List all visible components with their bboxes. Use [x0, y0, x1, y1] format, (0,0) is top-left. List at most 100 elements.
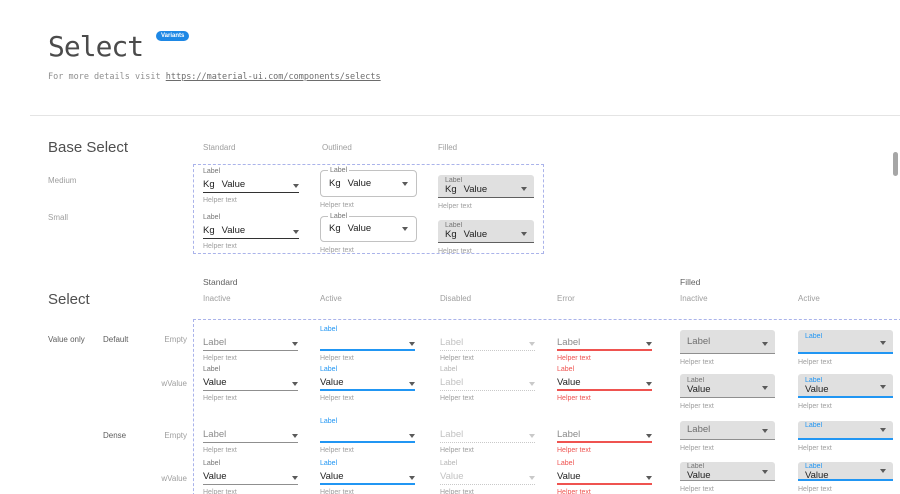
select-control[interactable]: Label — [680, 421, 775, 440]
state-header-filled-inactive: Inactive — [680, 294, 708, 303]
select-standard-active-dense-empty[interactable]: Label Helper text — [320, 417, 415, 455]
select-components-page: Select Variants For more details visit h… — [0, 0, 900, 494]
select-standard-inactive-empty[interactable]: Label Helper text — [203, 325, 298, 363]
value-text: Value — [464, 185, 488, 195]
details-line: For more details visit https://material-… — [48, 72, 381, 82]
column-header-outlined: Outlined — [322, 143, 352, 152]
select-standard-active-empty[interactable]: Label Helper text — [320, 325, 415, 363]
chevron-down-icon — [646, 342, 652, 346]
state-header-active: Active — [320, 294, 342, 303]
select-filled-active-empty[interactable]: Label Helper text — [798, 330, 893, 367]
select-control[interactable]: Value — [557, 468, 652, 485]
select-filled-inactive-dense-empty[interactable]: Label Helper text — [680, 421, 775, 453]
select-control[interactable]: Value — [320, 374, 415, 391]
select-control[interactable]: Label — [440, 374, 535, 391]
select-value: KgValue — [329, 179, 371, 189]
select-filled-inactive-empty[interactable]: Label Helper text — [680, 330, 775, 367]
material-ui-link[interactable]: https://material-ui.com/components/selec… — [166, 72, 381, 82]
select-control[interactable]: Value — [203, 374, 298, 391]
floating-label — [440, 325, 535, 334]
select-filled-active-dense-wvalue[interactable]: Label Value Helper text — [798, 462, 893, 494]
value-text: Value — [348, 179, 372, 189]
helper-text: Helper text — [320, 394, 415, 403]
select-control[interactable]: Label — [557, 426, 652, 443]
select-filled-inactive-dense-wvalue[interactable]: Label Value Helper text — [680, 462, 775, 494]
select-control[interactable]: Value — [320, 468, 415, 485]
select-control[interactable]: Label — [203, 426, 298, 443]
select-control[interactable]: Value — [557, 374, 652, 391]
select-control[interactable]: Label KgValue — [320, 170, 417, 197]
variants-badge: Variants — [156, 31, 189, 41]
helper-text: Helper text — [320, 488, 415, 494]
select-value: Value — [687, 385, 768, 395]
select-value: Value — [805, 471, 886, 481]
chevron-down-icon — [409, 342, 415, 346]
helper-text: Helper text — [203, 242, 299, 251]
helper-text: Helper text — [798, 358, 893, 367]
scrollbar-thumb[interactable] — [893, 152, 898, 176]
select-control[interactable]: Label — [798, 330, 893, 354]
select-standard-error-wvalue[interactable]: Label Value Helper text — [557, 365, 652, 403]
row-label-wvalue: wValue — [145, 474, 187, 483]
floating-label: Label — [440, 365, 535, 374]
select-control[interactable]: Label KgValue — [438, 220, 534, 243]
helper-text: Helper text — [438, 202, 534, 211]
select-control[interactable]: Label Value — [680, 374, 775, 398]
select-control[interactable]: Label Value — [798, 374, 893, 398]
select-control[interactable]: Value — [440, 468, 535, 485]
select-control[interactable]: KgValue — [203, 222, 299, 239]
base-filled-small-select[interactable]: Label KgValue Helper text — [438, 220, 534, 256]
select-standard-disabled-wvalue[interactable]: Label Label Helper text — [440, 365, 535, 403]
base-filled-medium-select[interactable]: Label KgValue Helper text — [438, 175, 534, 211]
section-divider — [30, 115, 900, 116]
base-outlined-medium-select[interactable]: Label KgValue Helper text — [320, 170, 417, 210]
select-filled-inactive-wvalue[interactable]: Label Value Helper text — [680, 374, 775, 411]
state-header-error: Error — [557, 294, 575, 303]
select-control[interactable]: KgValue — [203, 176, 299, 193]
select-control[interactable]: Label — [798, 421, 893, 440]
helper-text: Helper text — [320, 201, 417, 210]
chevron-down-icon — [529, 434, 535, 438]
floating-label: Label — [203, 365, 298, 374]
select-control[interactable]: Label — [440, 334, 535, 351]
select-control[interactable]: Label Value — [680, 462, 775, 481]
select-control[interactable] — [320, 426, 415, 443]
select-standard-active-dense-wvalue[interactable]: Label Value Helper text — [320, 459, 415, 494]
chevron-down-icon — [646, 476, 652, 480]
row-label-empty: Empty — [145, 431, 187, 440]
floating-label: Label — [320, 459, 415, 468]
base-standard-small-select[interactable]: Label KgValue Helper text — [203, 213, 299, 251]
select-control[interactable]: Value — [203, 468, 298, 485]
select-filled-active-dense-empty[interactable]: Label Helper text — [798, 421, 893, 453]
select-control[interactable] — [320, 334, 415, 351]
chevron-down-icon — [402, 227, 408, 231]
select-standard-active-wvalue[interactable]: Label Value Helper text — [320, 365, 415, 403]
select-control[interactable]: Label — [440, 426, 535, 443]
select-control[interactable]: Label KgValue — [438, 175, 534, 198]
chevron-down-icon — [293, 230, 299, 234]
select-control[interactable]: Label — [680, 330, 775, 354]
select-control[interactable]: Label — [557, 334, 652, 351]
select-standard-error-dense-empty[interactable]: Label Helper text — [557, 417, 652, 455]
floating-label: Label — [328, 213, 349, 221]
base-outlined-small-select[interactable]: Label KgValue Helper text — [320, 216, 417, 255]
select-control[interactable]: Label KgValue — [320, 216, 417, 242]
helper-text: Helper text — [438, 247, 534, 256]
select-standard-inactive-wvalue[interactable]: Label Value Helper text — [203, 365, 298, 403]
density-label-default: Default — [103, 335, 128, 344]
select-standard-disabled-dense-empty[interactable]: Label Helper text — [440, 417, 535, 455]
base-standard-medium-select[interactable]: Label KgValue Helper text — [203, 167, 299, 205]
select-standard-inactive-dense-empty[interactable]: Label Helper text — [203, 417, 298, 455]
select-value: Value — [687, 471, 768, 481]
select-standard-error-empty[interactable]: Label Helper text — [557, 325, 652, 363]
floating-label — [203, 417, 298, 426]
floating-label: Label — [320, 325, 415, 334]
select-standard-disabled-empty[interactable]: Label Helper text — [440, 325, 535, 363]
select-control[interactable]: Label — [203, 334, 298, 351]
select-control[interactable]: Label Value — [798, 462, 893, 481]
select-filled-active-wvalue[interactable]: Label Value Helper text — [798, 374, 893, 411]
select-standard-inactive-dense-wvalue[interactable]: Label Value Helper text — [203, 459, 298, 494]
select-placeholder: Label — [557, 338, 580, 348]
select-standard-disabled-dense-wvalue[interactable]: Label Value Helper text — [440, 459, 535, 494]
select-standard-error-dense-wvalue[interactable]: Label Value Helper text — [557, 459, 652, 494]
